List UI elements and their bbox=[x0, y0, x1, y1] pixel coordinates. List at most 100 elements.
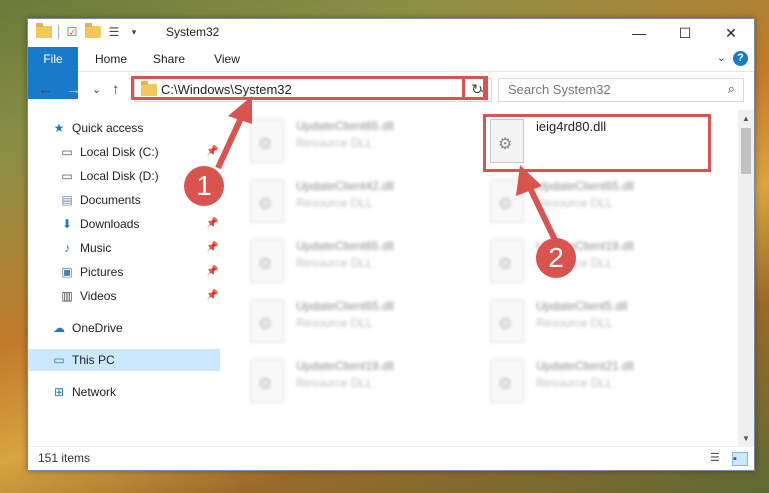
search-input[interactable]: Search System32 bbox=[508, 82, 611, 97]
sidebar-item-music[interactable]: ♪ Music 📌 bbox=[28, 237, 220, 259]
file-type: Resource DLL bbox=[536, 316, 613, 330]
cloud-icon: ☁ bbox=[53, 321, 65, 335]
file-name: UpdateClient65.dll bbox=[296, 299, 395, 313]
status-bar: 151 items ☰ ▪ bbox=[28, 446, 754, 471]
sidebar-item-pictures[interactable]: ▣ Pictures 📌 bbox=[28, 261, 220, 283]
dll-file-icon bbox=[490, 359, 524, 403]
sidebar-item-videos[interactable]: ▥ Videos 📌 bbox=[28, 285, 220, 307]
pin-icon[interactable]: 📌 bbox=[206, 261, 218, 283]
back-button[interactable]: ← bbox=[38, 81, 53, 98]
folder-icon bbox=[36, 23, 52, 38]
drive-icon: ▭ bbox=[61, 169, 73, 183]
file-type: Resource DLL bbox=[536, 196, 613, 210]
file-item[interactable]: UpdateClient19.dll Resource DLL bbox=[486, 235, 716, 287]
pin-icon[interactable]: 📌 bbox=[206, 213, 218, 235]
properties-icon[interactable]: ☑ bbox=[65, 25, 79, 39]
step-1-badge: 1 bbox=[184, 166, 224, 206]
pin-icon[interactable]: 📌 bbox=[206, 285, 218, 307]
file-explorer-window: ☑ ☰ ▾ System32 — ☐ ✕ File Home Share Vie… bbox=[27, 18, 755, 471]
address-highlight-box bbox=[131, 76, 486, 100]
sidebar-item-onedrive[interactable]: ☁ OneDrive bbox=[28, 317, 220, 339]
sidebar-item-label: Quick access bbox=[72, 121, 144, 135]
documents-icon: ▤ bbox=[61, 193, 73, 207]
file-item[interactable]: UpdateClient42.dll Resource DLL bbox=[246, 175, 476, 227]
minimize-button[interactable]: — bbox=[616, 19, 662, 47]
sidebar-item-downloads[interactable]: ⬇ Downloads 📌 bbox=[28, 213, 220, 235]
new-folder-icon[interactable] bbox=[85, 23, 101, 38]
sidebar-item-network[interactable]: ⊞ Network bbox=[28, 381, 220, 403]
dll-file-icon bbox=[490, 299, 524, 343]
file-item[interactable]: UpdateClient65.dll Resource DLL bbox=[246, 235, 476, 287]
up-button[interactable]: ↑ bbox=[112, 81, 120, 98]
expand-ribbon-icon[interactable]: ⌄ bbox=[717, 51, 726, 64]
customize-toolbar-icon[interactable]: ▾ bbox=[127, 25, 141, 39]
search-box[interactable]: Search System32 ⌕ bbox=[498, 78, 744, 102]
sidebar-item-label: Local Disk (C:) bbox=[80, 145, 159, 159]
dll-file-icon bbox=[490, 239, 524, 283]
dll-file-icon bbox=[490, 179, 524, 223]
sidebar-item-quick-access[interactable]: ★ Quick access bbox=[28, 117, 220, 139]
file-name: UpdateClient21.dll bbox=[536, 359, 635, 373]
sidebar-item-label: Music bbox=[80, 241, 112, 255]
sidebar-item-local-disk-c[interactable]: ▭ Local Disk (C:) 📌 bbox=[28, 141, 220, 163]
pin-icon[interactable]: 📌 bbox=[206, 141, 218, 163]
sidebar-item-this-pc[interactable]: ▭ This PC bbox=[28, 349, 220, 371]
dll-file-icon bbox=[250, 119, 284, 163]
pin-icon[interactable]: 📌 bbox=[206, 237, 218, 259]
navigation-bar: ← → ⌄ ↑ C:\Windows\System32 ⌄ ↻ Search S… bbox=[28, 72, 754, 108]
step-2-badge: 2 bbox=[536, 238, 576, 278]
forward-button[interactable]: → bbox=[66, 81, 81, 98]
sidebar-item-label: Videos bbox=[80, 289, 117, 303]
file-highlight-box bbox=[483, 114, 711, 172]
item-count: 151 items bbox=[38, 451, 91, 465]
search-icon[interactable]: ⌕ bbox=[728, 81, 735, 97]
sidebar-item-label: Network bbox=[72, 385, 117, 399]
large-icons-view-icon[interactable]: ▪ bbox=[732, 452, 748, 466]
tab-view[interactable]: View bbox=[204, 47, 250, 71]
tab-home[interactable]: Home bbox=[88, 47, 134, 71]
details-view-icon[interactable]: ☰ bbox=[710, 452, 724, 464]
ribbon-tabs: File Home Share View ⌄ ? bbox=[28, 47, 754, 99]
network-icon: ⊞ bbox=[53, 385, 65, 399]
file-type: Resource DLL bbox=[296, 256, 373, 270]
scrollbar-thumb[interactable] bbox=[741, 128, 751, 174]
sidebar-item-label: Documents bbox=[80, 193, 141, 207]
title-bar: ☑ ☰ ▾ System32 — ☐ ✕ bbox=[28, 19, 754, 47]
file-name: UpdateClient65.dll bbox=[296, 119, 395, 133]
navigation-pane: ★ Quick access ▭ Local Disk (C:) 📌 ▭ Loc… bbox=[28, 113, 220, 443]
file-type: Resource DLL bbox=[296, 316, 373, 330]
file-name: UpdateClient5.dll bbox=[536, 299, 628, 313]
file-item[interactable]: UpdateClient19.dll Resource DLL bbox=[246, 355, 476, 407]
star-icon: ★ bbox=[53, 121, 65, 135]
maximize-button[interactable]: ☐ bbox=[662, 19, 708, 47]
dll-file-icon bbox=[250, 359, 284, 403]
window-title: System32 bbox=[166, 25, 220, 39]
file-name: UpdateClient19.dll bbox=[296, 359, 395, 373]
recent-locations-button[interactable]: ⌄ bbox=[92, 83, 101, 96]
music-icon: ♪ bbox=[64, 241, 70, 255]
file-item[interactable]: UpdateClient65.dll Resource DLL bbox=[246, 115, 476, 167]
drive-icon: ▭ bbox=[61, 145, 73, 159]
scroll-down-icon[interactable]: ▼ bbox=[742, 434, 750, 443]
dll-file-icon bbox=[250, 299, 284, 343]
file-item[interactable]: UpdateClient5.dll Resource DLL bbox=[486, 295, 716, 347]
file-type: Resource DLL bbox=[536, 376, 613, 390]
videos-icon: ▥ bbox=[61, 289, 73, 303]
file-name: UpdateClient42.dll bbox=[296, 179, 395, 193]
scroll-up-icon[interactable]: ▲ bbox=[742, 114, 750, 123]
sidebar-item-label: Local Disk (D:) bbox=[80, 169, 159, 183]
sidebar-item-label: Downloads bbox=[80, 217, 140, 231]
file-item[interactable]: UpdateClient65.dll Resource DLL bbox=[486, 175, 716, 227]
pictures-icon: ▣ bbox=[61, 265, 73, 279]
file-item[interactable]: UpdateClient65.dll Resource DLL bbox=[246, 295, 476, 347]
sidebar-item-label: Pictures bbox=[80, 265, 124, 279]
help-icon[interactable]: ? bbox=[733, 51, 748, 66]
tab-share[interactable]: Share bbox=[146, 47, 192, 71]
close-button[interactable]: ✕ bbox=[708, 19, 754, 47]
file-name: UpdateClient65.dll bbox=[296, 239, 395, 253]
toolbar-divider bbox=[58, 25, 59, 39]
file-item[interactable]: UpdateClient21.dll Resource DLL bbox=[486, 355, 716, 407]
view-options-icon[interactable]: ☰ bbox=[107, 25, 121, 39]
vertical-scrollbar[interactable]: ▲ ▼ bbox=[738, 110, 754, 446]
sidebar-item-label: OneDrive bbox=[72, 321, 123, 335]
